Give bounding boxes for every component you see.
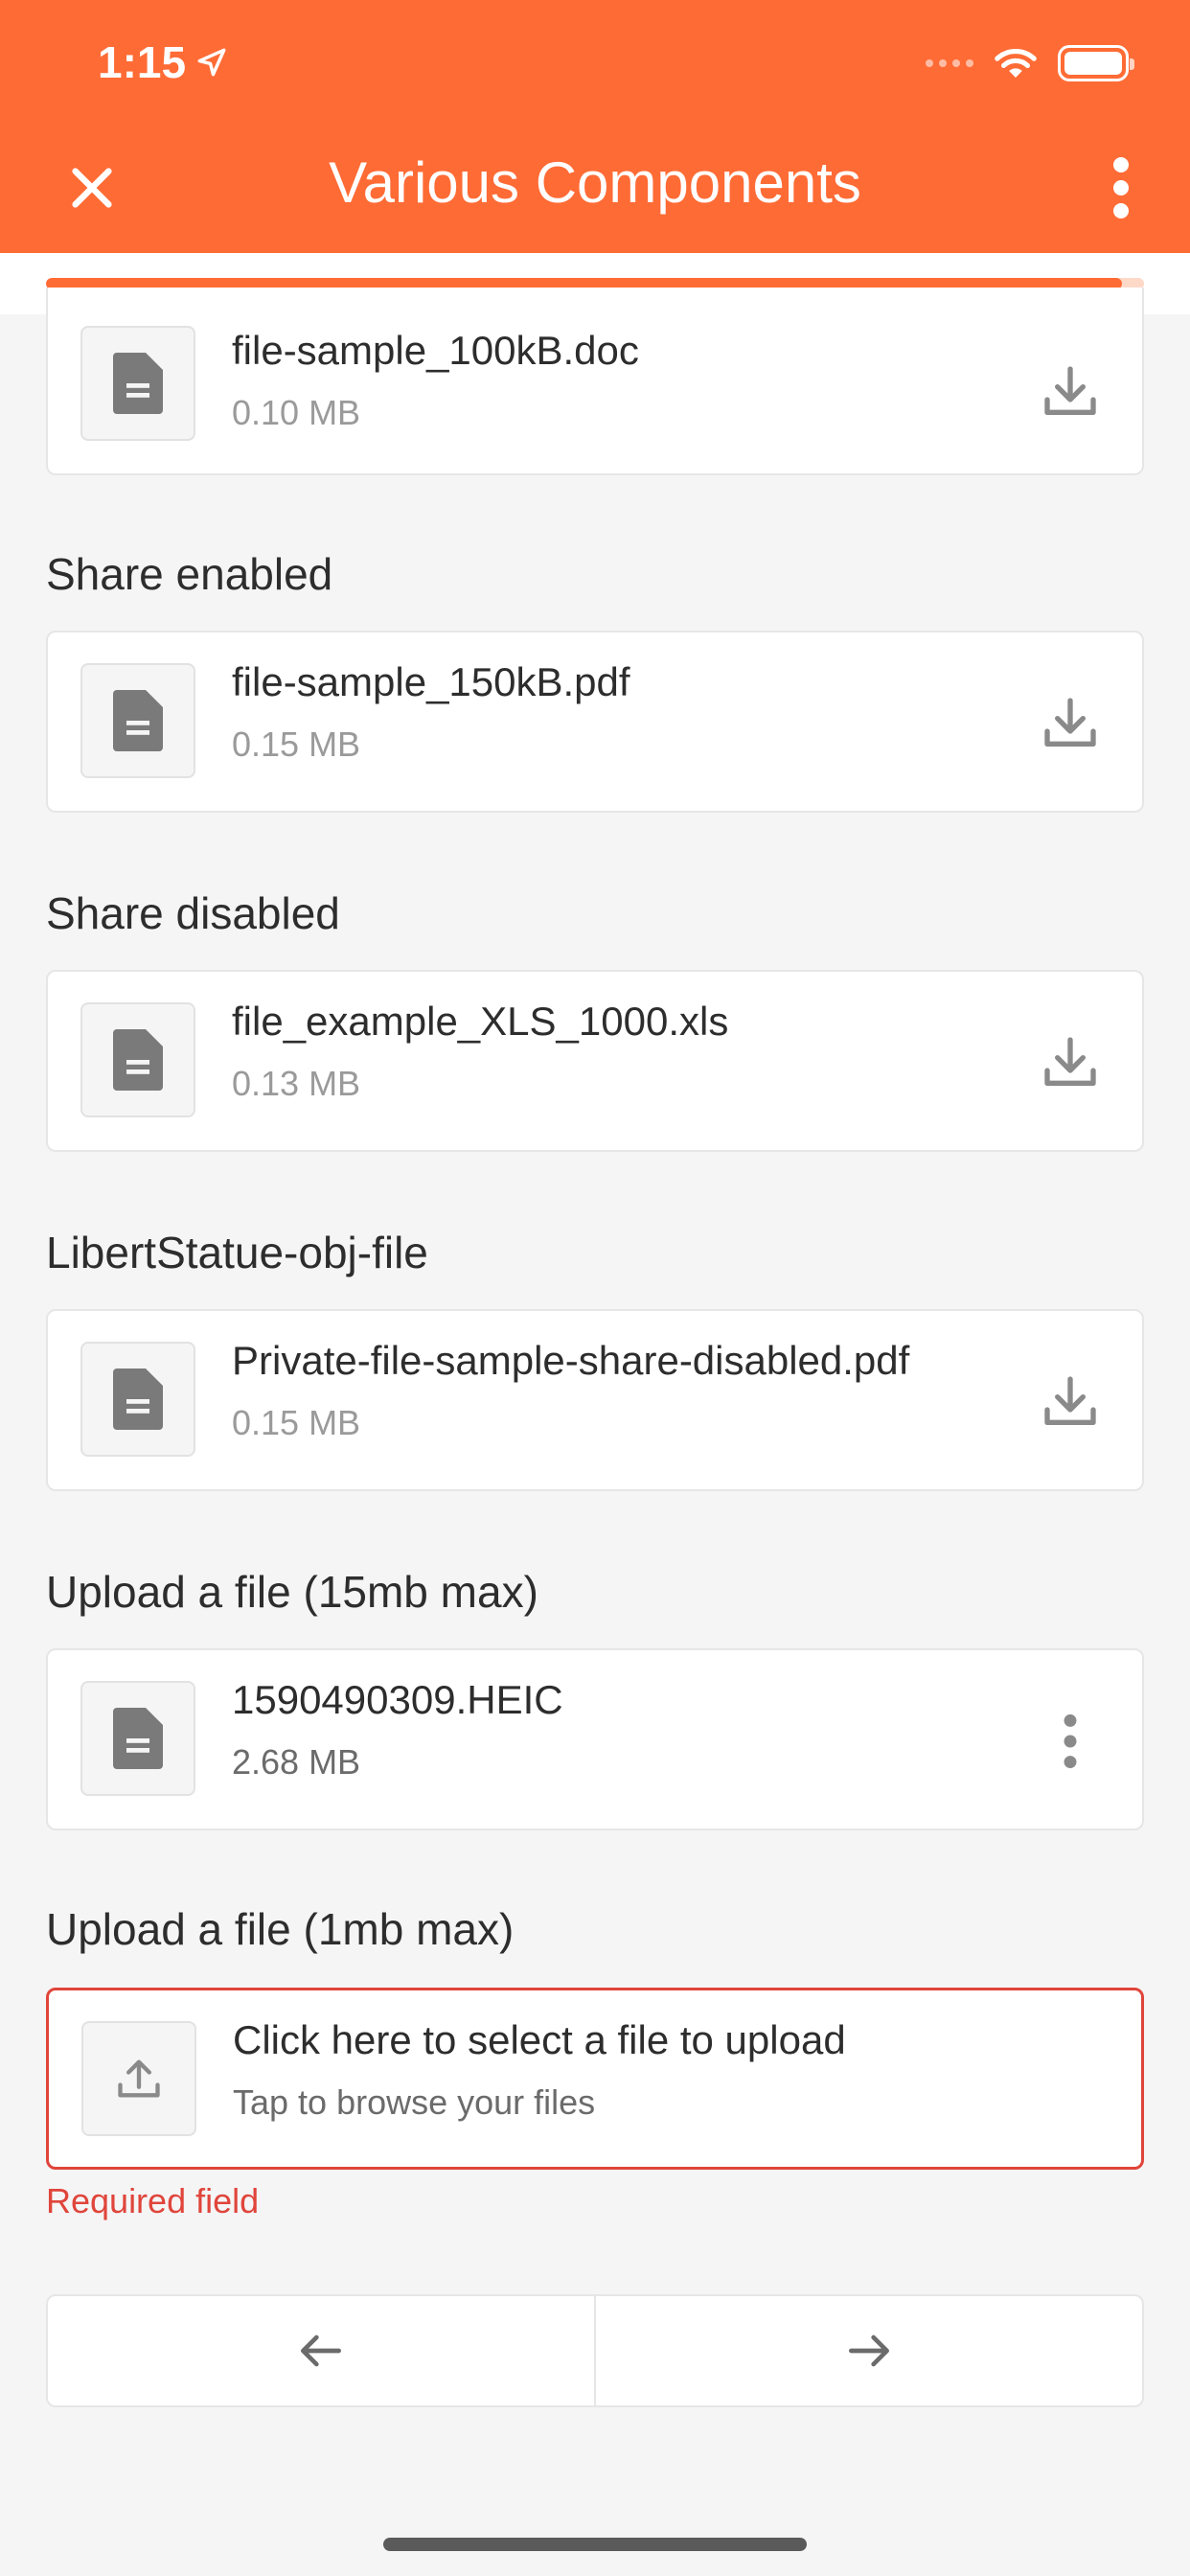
file-card[interactable]: file-sample_150kB.pdf 0.15 MB (46, 631, 1144, 813)
next-button[interactable] (594, 2296, 1142, 2405)
page-title: Various Components (329, 150, 861, 215)
location-arrow-icon (197, 48, 226, 77)
more-options-button[interactable] (1087, 153, 1156, 222)
status-time-text: 1:15 (98, 37, 187, 87)
file-name: file-sample_100kB.doc (232, 328, 639, 373)
document-icon (113, 1029, 163, 1091)
download-button[interactable] (1027, 1020, 1113, 1106)
file-thumbnail (80, 1342, 195, 1457)
file-thumbnail (80, 1681, 195, 1796)
file-card[interactable]: file-sample_100kB.doc 0.10 MB (46, 288, 1144, 475)
arrow-left-icon (301, 2334, 341, 2367)
more-vertical-icon (1113, 157, 1129, 218)
download-icon (1044, 698, 1096, 747)
file-name: file_example_XLS_1000.xls (232, 999, 729, 1044)
battery-icon (1058, 45, 1134, 81)
home-indicator (383, 2538, 807, 2551)
status-icons (926, 44, 1134, 82)
download-button[interactable] (1027, 680, 1113, 767)
document-icon (113, 1368, 163, 1430)
upload-thumbnail (81, 2021, 196, 2136)
file-size: 0.13 MB (232, 1064, 361, 1103)
arrow-right-icon (849, 2334, 889, 2367)
file-size: 0.15 MB (232, 1403, 361, 1442)
file-card[interactable]: Private-file-sample-share-disabled.pdf 0… (46, 1309, 1144, 1491)
signal-icon (926, 59, 973, 67)
section-label-upload-15mb: Upload a file (15mb max) (46, 1567, 538, 1617)
file-name: 1590490309.HEIC (232, 1677, 563, 1722)
document-icon (113, 690, 163, 751)
file-size: 0.15 MB (232, 724, 361, 764)
file-size: 0.10 MB (232, 393, 361, 432)
upload-icon (118, 2059, 160, 2098)
section-label-obj-file: LibertStatue-obj-file (46, 1228, 428, 1277)
upload-dropzone[interactable]: Click here to select a file to upload Ta… (46, 1988, 1144, 2170)
error-message: Required field (46, 2181, 260, 2220)
download-button[interactable] (1027, 1359, 1113, 1445)
download-button[interactable] (1027, 349, 1113, 435)
file-name: Private-file-sample-share-disabled.pdf (232, 1338, 910, 1383)
document-icon (113, 1708, 163, 1769)
document-icon (113, 353, 163, 414)
download-icon (1044, 1376, 1096, 1425)
file-name: file-sample_150kB.pdf (232, 659, 630, 704)
file-thumbnail (80, 663, 195, 778)
download-icon (1044, 1037, 1096, 1086)
file-options-button[interactable] (1027, 1698, 1113, 1784)
file-thumbnail (80, 326, 195, 441)
upload-prompt: Click here to select a file to upload (233, 2017, 846, 2062)
form-navigation (46, 2294, 1144, 2407)
previous-button[interactable] (48, 2296, 594, 2405)
section-label-share-disabled: Share disabled (46, 888, 340, 938)
download-icon (1044, 366, 1096, 415)
section-label-share-enabled: Share enabled (46, 549, 333, 599)
more-vertical-icon (1064, 1714, 1077, 1769)
section-label-upload-1mb: Upload a file (1mb max) (46, 1904, 515, 1954)
status-time: 1:15 (98, 36, 228, 88)
file-card[interactable]: 1590490309.HEIC 2.68 MB (46, 1648, 1144, 1830)
wifi-icon (995, 48, 1037, 78)
file-size: 2.68 MB (232, 1742, 361, 1782)
file-thumbnail (80, 1002, 195, 1117)
file-card[interactable]: file_example_XLS_1000.xls 0.13 MB (46, 970, 1144, 1152)
app-header: 1:15 Various Components (0, 0, 1190, 253)
upload-hint: Tap to browse your files (233, 2082, 596, 2122)
